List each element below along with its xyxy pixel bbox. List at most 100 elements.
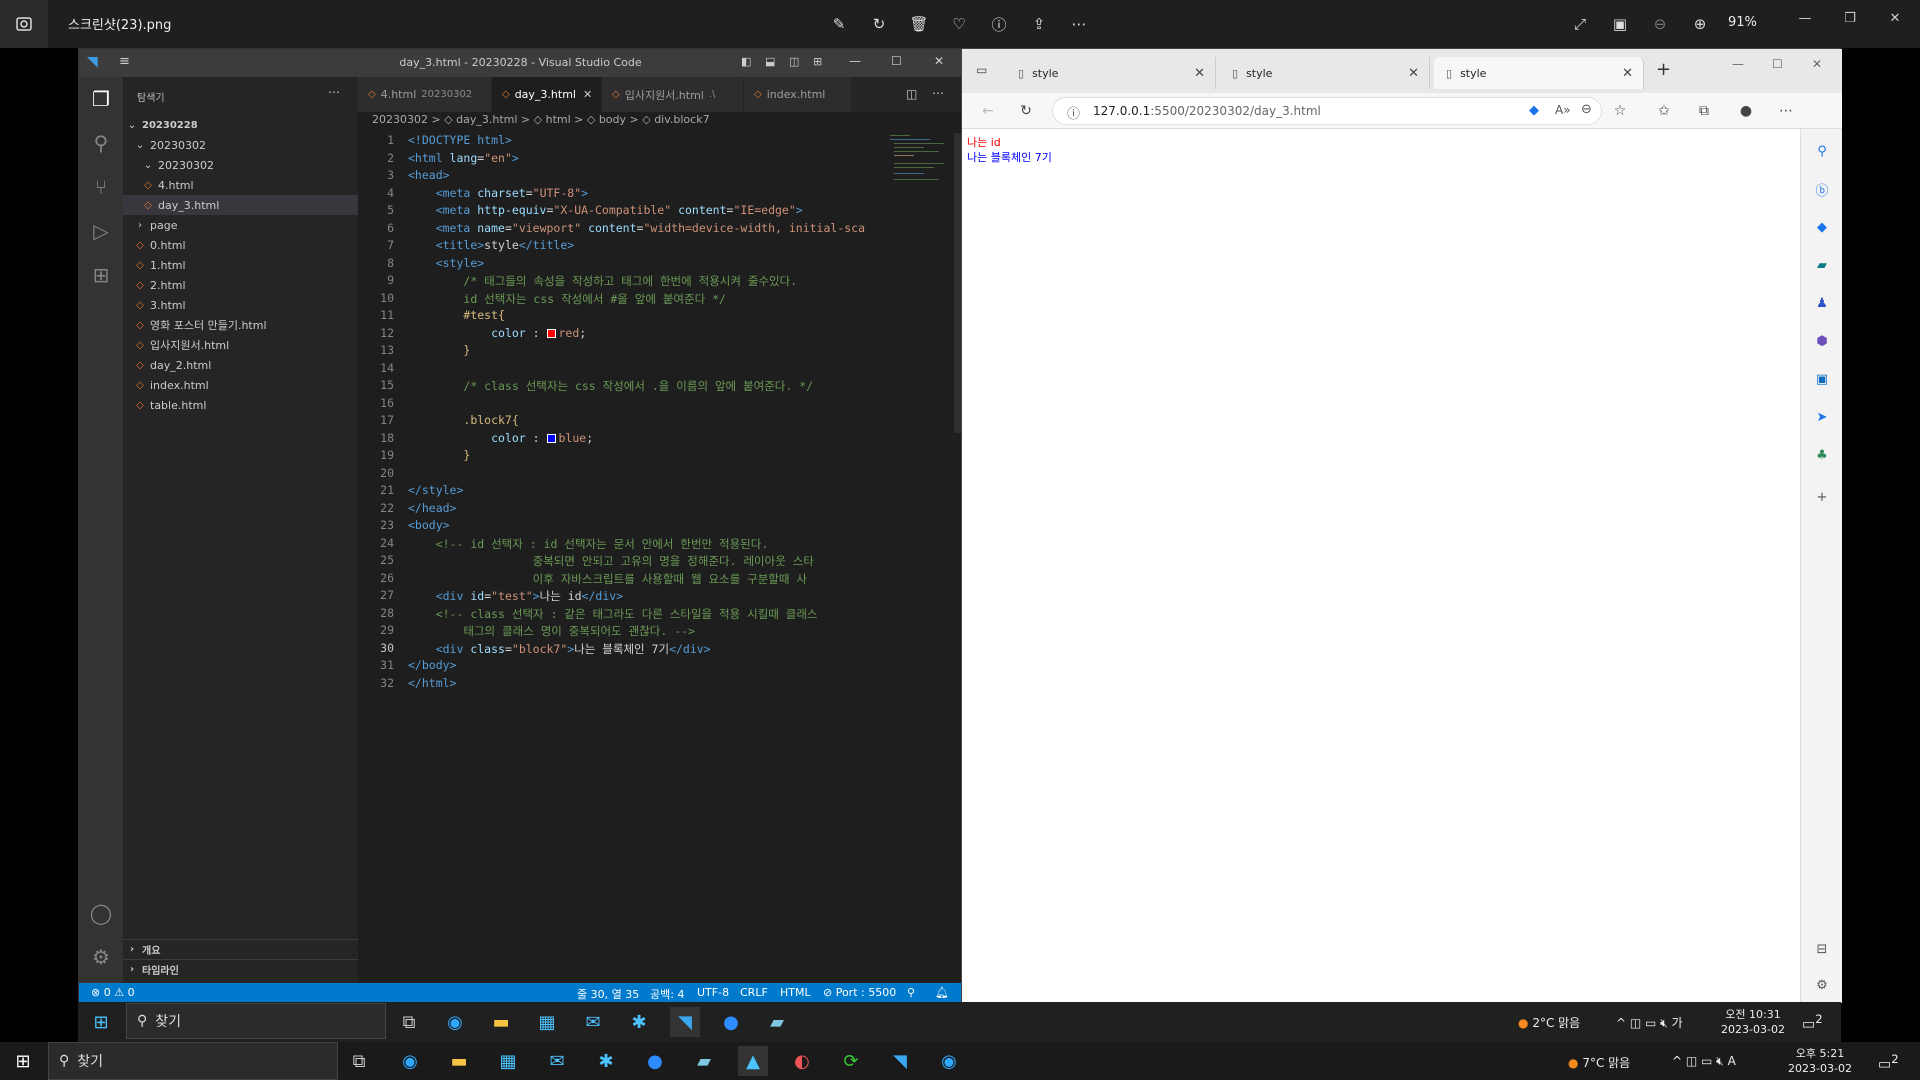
games-icon[interactable]: ♟ bbox=[1812, 293, 1832, 313]
weather-widget[interactable]: ● 7°C 맑음 bbox=[1568, 1054, 1630, 1071]
zoom-level[interactable]: 91% bbox=[1728, 15, 1757, 30]
outline-section[interactable]: › 개요 bbox=[123, 939, 358, 959]
tab-close-icon[interactable]: ✕ bbox=[583, 88, 592, 101]
viewer-minimize-icon[interactable]: — bbox=[1790, 8, 1820, 28]
problems-indicator[interactable]: ⊗ 0 ⚠ 0 bbox=[91, 986, 135, 999]
settings-gear-icon[interactable]: ⚙ bbox=[87, 943, 115, 971]
browser-minimize-icon[interactable]: — bbox=[1732, 57, 1744, 71]
run-debug-icon[interactable]: ▷ bbox=[87, 217, 115, 245]
info-icon[interactable]: ⓘ bbox=[986, 11, 1012, 37]
app-green-icon[interactable]: ⟳ bbox=[836, 1046, 866, 1076]
collections-icon[interactable]: ⧉ bbox=[1692, 99, 1716, 123]
edge-taskbar-icon[interactable]: ◉ bbox=[934, 1046, 964, 1076]
zoom-in-icon[interactable]: ⊕ bbox=[1687, 11, 1713, 37]
vscode-taskbar-icon[interactable]: ◥ bbox=[885, 1046, 915, 1076]
source-control-icon[interactable]: ⑂ bbox=[87, 173, 115, 201]
tree-icon[interactable]: ♣ bbox=[1812, 445, 1832, 465]
ime-indicator[interactable]: A bbox=[1728, 1054, 1736, 1068]
browser-maximize-icon[interactable]: ☐ bbox=[1772, 57, 1783, 71]
tab-application-html[interactable]: ◇ 입사지원서.html .\ bbox=[602, 77, 744, 112]
app-icon[interactable]: ✱ bbox=[624, 1007, 654, 1037]
search-icon[interactable]: ⚲ bbox=[1812, 141, 1832, 161]
tab-actions-icon[interactable]: ▭ bbox=[976, 63, 987, 77]
tab-day-3-html[interactable]: ◇ day_3.html ✕ bbox=[492, 77, 602, 112]
breadcrumb[interactable]: 20230302 > ◇ day_3.html > ◇ html > ◇ bod… bbox=[372, 113, 710, 126]
tab-index-html[interactable]: ◇ index.html bbox=[744, 77, 852, 112]
layout-sidebar-icon[interactable]: ◧ bbox=[741, 55, 751, 68]
tools-icon[interactable]: ▰ bbox=[1812, 255, 1832, 275]
tree-file[interactable]: ◇ day_2.html bbox=[123, 355, 358, 375]
tab-4-html[interactable]: ◇ 4.html 20230302 bbox=[358, 77, 492, 112]
tree-folder[interactable]: ⌄ 20230302 bbox=[123, 155, 358, 175]
site-info-icon[interactable]: ⓘ bbox=[1067, 103, 1080, 122]
notification-center-icon[interactable]: ▭2 bbox=[1802, 1012, 1823, 1033]
notepad-icon[interactable]: ▰ bbox=[689, 1046, 719, 1076]
file-explorer-icon[interactable]: ▬ bbox=[486, 1007, 516, 1037]
browser-tab-3-active[interactable]: ▯ style ✕ bbox=[1434, 57, 1644, 89]
accounts-icon[interactable]: ⚲ bbox=[907, 986, 915, 999]
app-icon[interactable]: ✱ bbox=[591, 1046, 621, 1076]
edge-icon[interactable]: ◉ bbox=[395, 1046, 425, 1076]
browser-close-icon[interactable]: ✕ bbox=[1812, 57, 1822, 71]
photos-taskbar-icon[interactable]: ▲ bbox=[738, 1046, 768, 1076]
mail-icon[interactable]: ✉ bbox=[578, 1007, 608, 1037]
tree-file[interactable]: ◇ 1.html bbox=[123, 255, 358, 275]
address-bar[interactable]: ⓘ 127.0.0.1:5500/20230302/day_3.html ◆ A… bbox=[1052, 97, 1602, 125]
task-view-icon[interactable]: ⧉ bbox=[394, 1007, 424, 1037]
taskbar-search-box[interactable]: ⚲ 찾기 bbox=[126, 1003, 386, 1039]
taskbar-clock[interactable]: 오후 5:21 2023-03-02 bbox=[1780, 1046, 1860, 1076]
blue-color-swatch[interactable] bbox=[546, 433, 556, 443]
app-red-icon[interactable]: ◐ bbox=[787, 1046, 817, 1076]
editor-more-icon[interactable]: ⋯ bbox=[932, 86, 944, 100]
tab-close-icon[interactable]: ✕ bbox=[1408, 66, 1419, 81]
tab-close-icon[interactable]: ✕ bbox=[1622, 66, 1633, 81]
code-editor[interactable]: 1 <!DOCTYPE html> 2 <html lang="en"> 3 <hea… bbox=[358, 133, 878, 913]
browser-tab-1[interactable]: ▯ style ✕ bbox=[1006, 57, 1216, 89]
tree-folder[interactable]: ⌄ 20230228 bbox=[123, 115, 358, 135]
tray-icons[interactable]: ^ ◫ ▭ 🔇︎ 가 bbox=[1616, 1014, 1683, 1031]
edge-icon[interactable]: ◉ bbox=[440, 1007, 470, 1037]
file-explorer-icon[interactable]: ▬ bbox=[444, 1046, 474, 1076]
language-mode[interactable]: HTML bbox=[780, 986, 811, 999]
back-icon[interactable]: ← bbox=[976, 99, 1000, 123]
notification-center-icon[interactable]: ▭2 bbox=[1878, 1052, 1899, 1073]
rotate-icon[interactable]: ↻ bbox=[866, 11, 892, 37]
timeline-section[interactable]: › 타임라인 bbox=[123, 959, 358, 979]
layout-custom-icon[interactable]: ⊞ bbox=[813, 55, 822, 68]
layout-panel-icon[interactable]: ⬓ bbox=[765, 55, 775, 68]
vscode-maximize-icon[interactable]: ☐ bbox=[891, 54, 902, 68]
store-icon[interactable]: ▦ bbox=[493, 1046, 523, 1076]
fullscreen-icon[interactable]: ⤢ bbox=[1567, 11, 1593, 37]
actual-size-icon[interactable]: ▣ bbox=[1607, 11, 1633, 37]
layout-split-icon[interactable]: ◫ bbox=[789, 55, 799, 68]
inner-clock[interactable]: 오전 10:31 2023-03-02 bbox=[1718, 1007, 1788, 1037]
tree-file[interactable]: ◇ 입사지원서.html bbox=[123, 335, 358, 355]
new-tab-icon[interactable]: + bbox=[1656, 59, 1671, 80]
share-icon[interactable]: ⇪ bbox=[1026, 11, 1052, 37]
office-icon[interactable]: ⬢ bbox=[1812, 331, 1832, 351]
viewer-restore-icon[interactable]: ❐ bbox=[1835, 8, 1865, 28]
tab-close-icon[interactable]: ✕ bbox=[1194, 66, 1205, 81]
extensions-icon[interactable]: ⊞ bbox=[87, 261, 115, 289]
start-icon[interactable]: ⊞ bbox=[8, 1046, 38, 1076]
zoom-app-icon[interactable]: ● bbox=[716, 1007, 746, 1037]
read-aloud-icon[interactable]: A» bbox=[1555, 103, 1571, 117]
weather-widget[interactable]: ● 2°C 맑음 bbox=[1518, 1014, 1580, 1031]
viewer-close-icon[interactable]: ✕ bbox=[1880, 8, 1910, 28]
store-icon[interactable]: ▦ bbox=[532, 1007, 562, 1037]
zoom-out-icon[interactable]: ⊖ bbox=[1581, 102, 1592, 117]
mail-icon[interactable]: ✉ bbox=[542, 1046, 572, 1076]
end-of-line[interactable]: CRLF bbox=[740, 986, 768, 999]
file-encoding[interactable]: UTF-8 bbox=[697, 986, 729, 999]
edit-image-icon[interactable]: ✎ bbox=[826, 11, 852, 37]
split-editor-icon[interactable]: ◫ bbox=[906, 87, 917, 101]
add-sidebar-app-icon[interactable]: + bbox=[1812, 487, 1832, 507]
notepad-icon[interactable]: ▰ bbox=[762, 1007, 792, 1037]
search-icon[interactable]: ⚲ bbox=[87, 129, 115, 157]
vscode-close-icon[interactable]: ✕ bbox=[934, 54, 944, 68]
refresh-icon[interactable]: ↻ bbox=[1014, 99, 1038, 123]
tree-file[interactable]: ◇ 3.html bbox=[123, 295, 358, 315]
zoom-app-icon[interactable]: ● bbox=[640, 1046, 670, 1076]
favorites-icon[interactable]: ✩ bbox=[1652, 99, 1676, 123]
sidebar-settings-icon[interactable]: ⚙ bbox=[1812, 975, 1832, 995]
